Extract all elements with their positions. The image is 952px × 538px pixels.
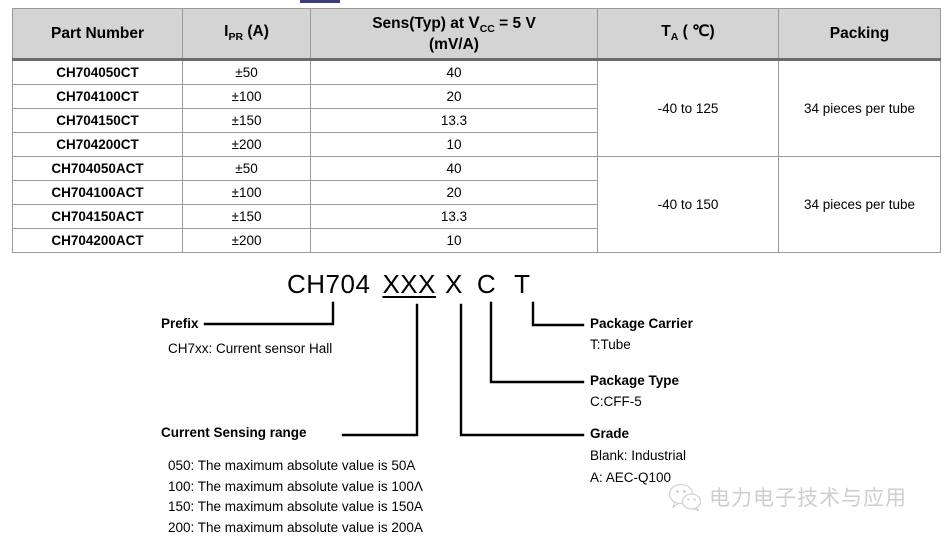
current-sensing-range-label: Current Sensing range — [161, 425, 307, 440]
cell-sens: 40 — [311, 157, 598, 181]
package-carrier-value: T:Tube — [590, 337, 631, 352]
watermark: 电力电子技术与应用 — [668, 482, 907, 512]
cell-ipr: ±50 — [183, 157, 311, 181]
cell-sens: 13.3 — [311, 109, 598, 133]
code-grade: X — [445, 269, 463, 299]
cell-part-number: CH704150CT — [13, 109, 183, 133]
current-sensing-range-list: 050: The maximum absolute value is 50A 1… — [168, 456, 423, 538]
part-number-code: CH704XXXXCT — [287, 269, 530, 300]
cell-part-number: CH704100CT — [13, 85, 183, 109]
ipr-tail: (A) — [243, 23, 269, 40]
code-prefix: CH704 — [287, 269, 370, 299]
grade-label: Grade — [590, 426, 629, 441]
cell-part-number: CH704200CT — [13, 133, 183, 157]
ordering-information-table: Part Number IPR (A) Sens(Typ) at VCC = 5… — [12, 8, 941, 253]
cell-part-number: CH704100ACT — [13, 181, 183, 205]
cell-ipr: ±50 — [183, 60, 311, 85]
sensing-range-item: 200: The maximum absolute value is 200A — [168, 518, 423, 538]
cell-part-number: CH704050CT — [13, 60, 183, 85]
cell-ipr: ±150 — [183, 205, 311, 229]
package-carrier-label: Package Carrier — [590, 316, 693, 331]
cell-ta-group-2: -40 to 150 — [598, 157, 779, 253]
column-header-part-number: Part Number — [13, 9, 183, 60]
sens-vcc: V — [468, 13, 479, 32]
wechat-icon — [668, 483, 702, 511]
cut-off-title-fragment — [300, 0, 340, 3]
sens-vcc-subscript: CC — [480, 23, 495, 35]
column-header-ta: TA ( ℃) — [598, 9, 779, 60]
ta-tail: ( ℃) — [678, 23, 714, 40]
column-header-ipr: IPR (A) — [183, 9, 311, 60]
package-type-value: C:CFF-5 — [590, 394, 642, 409]
cell-ta-group-1: -40 to 125 — [598, 60, 779, 157]
code-package-carrier: T — [514, 269, 530, 299]
code-package-type: C — [477, 269, 496, 299]
table-row: CH704050ACT ±50 40 -40 to 150 34 pieces … — [13, 157, 941, 181]
ordering-information-table-wrap: Part Number IPR (A) Sens(Typ) at VCC = 5… — [12, 8, 940, 253]
table-row: CH704050CT ±50 40 -40 to 125 34 pieces p… — [13, 60, 941, 85]
ipr-subscript: PR — [228, 31, 243, 43]
code-sensing-range: XXX — [382, 269, 436, 299]
cell-part-number: CH704050ACT — [13, 157, 183, 181]
cell-sens: 20 — [311, 181, 598, 205]
table-header-row: Part Number IPR (A) Sens(Typ) at VCC = 5… — [13, 9, 941, 60]
sensing-range-item: 100: The maximum absolute value is 100Λ — [168, 477, 423, 498]
cell-sens: 20 — [311, 85, 598, 109]
grade-value-automotive: A: AEC-Q100 — [590, 470, 671, 485]
sens-line1-b: = 5 V — [495, 15, 536, 32]
cell-ipr: ±100 — [183, 85, 311, 109]
cell-ipr: ±100 — [183, 181, 311, 205]
cell-ipr: ±200 — [183, 229, 311, 253]
sensing-range-item: 050: The maximum absolute value is 50A — [168, 456, 423, 477]
cell-sens: 10 — [311, 229, 598, 253]
cell-part-number: CH704200ACT — [13, 229, 183, 253]
sensing-range-item: 150: The maximum absolute value is 150A — [168, 497, 423, 518]
cell-part-number: CH704150ACT — [13, 205, 183, 229]
cell-packing-group-2: 34 pieces per tube — [779, 157, 941, 253]
cell-ipr: ±150 — [183, 109, 311, 133]
prefix-label: Prefix — [161, 316, 199, 331]
prefix-value: CH7xx: Current sensor Hall — [168, 341, 332, 356]
column-header-packing: Packing — [779, 9, 941, 60]
cell-sens: 13.3 — [311, 205, 598, 229]
cell-sens: 10 — [311, 133, 598, 157]
cell-packing-group-1: 34 pieces per tube — [779, 60, 941, 157]
package-type-label: Package Type — [590, 373, 679, 388]
cell-sens: 40 — [311, 60, 598, 85]
cell-ipr: ±200 — [183, 133, 311, 157]
watermark-text: 电力电子技术与应用 — [709, 482, 907, 512]
column-header-sensitivity: Sens(Typ) at VCC = 5 V (mV/A) — [311, 9, 598, 60]
grade-value-blank: Blank: Industrial — [590, 448, 686, 463]
sens-line1-a: Sens(Typ) at — [372, 15, 468, 32]
ta-main: T — [661, 23, 670, 40]
sens-line2: (mV/A) — [429, 36, 479, 53]
